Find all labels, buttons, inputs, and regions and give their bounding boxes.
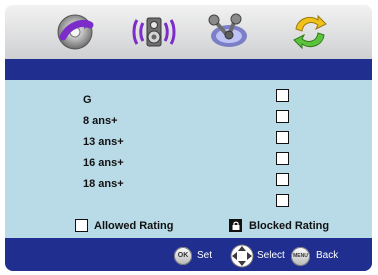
rating-checkbox-18[interactable] xyxy=(276,173,289,186)
rating-label: 16 ans+ xyxy=(83,157,124,169)
blocked-rating-label: Blocked Rating xyxy=(249,220,330,232)
rating-label: 13 ans+ xyxy=(83,136,124,148)
blocked-rating-swatch xyxy=(229,219,242,232)
rating-checkbox-g[interactable] xyxy=(276,89,289,102)
rating-checkbox-unrated[interactable] xyxy=(276,194,289,207)
select-label: Select xyxy=(257,250,285,261)
footer-bar: OK Set Select MENU Back xyxy=(5,238,372,271)
set-label: Set xyxy=(197,250,213,261)
disc-icon[interactable] xyxy=(52,11,98,53)
settings-icon[interactable] xyxy=(205,11,251,53)
rating-label: 8 ans+ xyxy=(83,115,118,127)
rating-list: G 8 ans+ 13 ans+ 16 ans+ 18 ans+ Allowed… xyxy=(5,80,372,238)
parental-control-panel: G 8 ans+ 13 ans+ 16 ans+ 18 ans+ Allowed… xyxy=(5,5,372,271)
rating-checkbox-16[interactable] xyxy=(276,152,289,165)
rating-label: 18 ans+ xyxy=(83,178,124,190)
rating-checkbox-8[interactable] xyxy=(276,110,289,123)
menu-button-text: MENU xyxy=(293,253,308,259)
rating-checkbox-13[interactable] xyxy=(276,131,289,144)
speaker-icon[interactable] xyxy=(131,11,177,53)
ok-button-text: OK xyxy=(177,252,189,259)
language-icon[interactable] xyxy=(287,11,333,53)
ok-button[interactable]: OK xyxy=(174,247,192,265)
menu-button[interactable]: MENU xyxy=(291,247,310,266)
back-label: Back xyxy=(316,250,339,261)
header-band xyxy=(5,59,372,80)
screen: G 8 ans+ 13 ans+ 16 ans+ 18 ans+ Allowed… xyxy=(0,0,378,275)
allowed-rating-swatch xyxy=(75,219,88,232)
allowed-rating-label: Allowed Rating xyxy=(94,220,174,232)
top-tab-bar xyxy=(5,5,372,59)
navigation-pad-icon[interactable] xyxy=(230,244,254,268)
rating-label: G xyxy=(83,94,92,106)
